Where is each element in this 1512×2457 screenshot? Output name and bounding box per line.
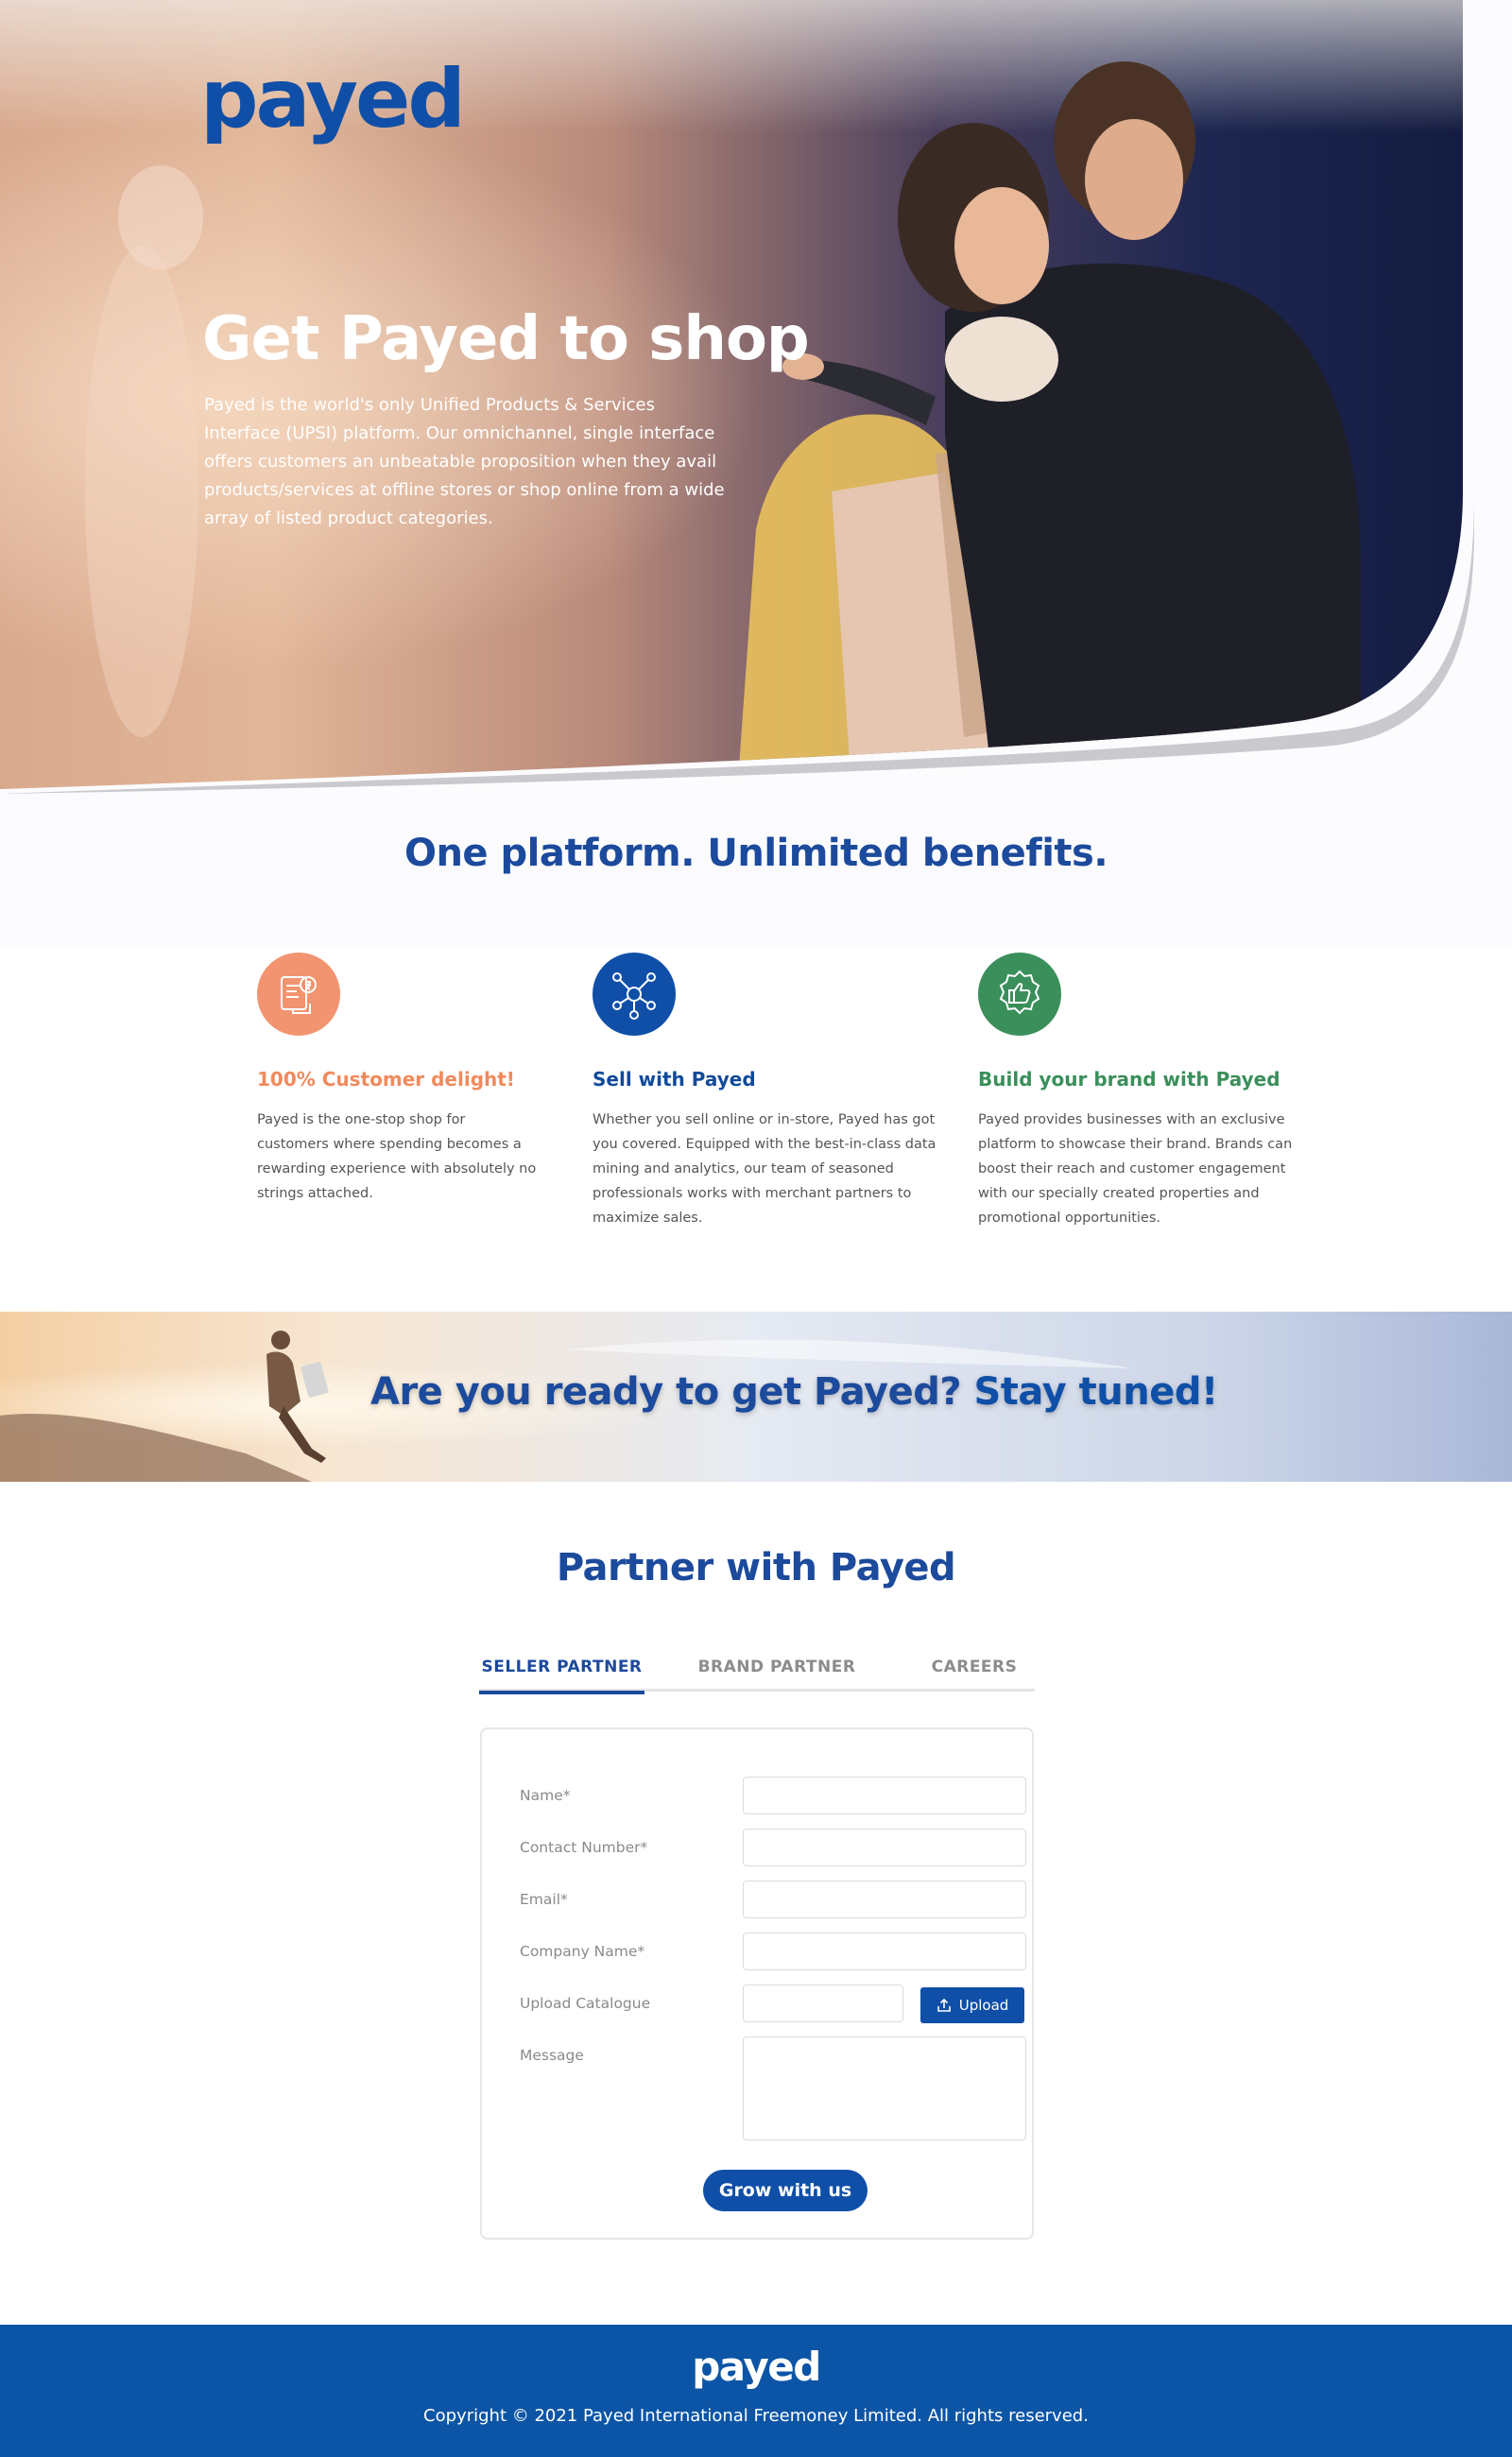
network-hub-icon bbox=[593, 953, 676, 1036]
footer-copyright: Copyright © 2021 Payed International Fre… bbox=[423, 2406, 1089, 2426]
name-field[interactable] bbox=[743, 1777, 1026, 1814]
upload-button[interactable]: Upload bbox=[920, 1987, 1024, 2023]
message-label: Message bbox=[520, 2047, 584, 2064]
benefit-customer-delight: 100% Customer delight! Payed is the one-… bbox=[257, 953, 536, 1201]
receipt-rupee-icon bbox=[257, 953, 340, 1036]
benefit-text: Payed is the one-stop shop for customers… bbox=[257, 1112, 537, 1201]
email-field[interactable] bbox=[743, 1881, 1026, 1918]
stay-tuned-banner: Are you ready to get Payed? Stay tuned! bbox=[0, 1312, 1512, 1482]
thumbs-up-badge-icon bbox=[978, 953, 1061, 1036]
tab-seller-partner[interactable]: SELLER PARTNER bbox=[479, 1642, 644, 1694]
upload-catalogue-label: Upload Catalogue bbox=[520, 1995, 651, 2012]
seller-partner-form: Name* Contact Number* Email* Company Nam… bbox=[480, 1727, 1034, 2240]
partner-title: Partner with Payed bbox=[556, 1546, 956, 1589]
footer-payed-logo[interactable]: payed bbox=[0, 2344, 1512, 2390]
banner-stay-tuned: Stay tuned! bbox=[973, 1370, 1218, 1414]
company-name-field[interactable] bbox=[743, 1933, 1026, 1970]
message-field[interactable] bbox=[743, 2036, 1026, 2140]
upload-icon bbox=[936, 1998, 951, 2012]
email-label: Email* bbox=[520, 1891, 568, 1908]
hero-description: Payed is the world's only Unified Produc… bbox=[204, 395, 725, 528]
benefit-heading: Build your brand with Payed bbox=[978, 1068, 1280, 1091]
payed-logo[interactable]: payed bbox=[200, 59, 466, 140]
benefit-sell-with-payed: Sell with Payed Whether you sell online … bbox=[593, 953, 936, 1226]
benefit-heading: Sell with Payed bbox=[593, 1068, 756, 1091]
benefit-heading: 100% Customer delight! bbox=[257, 1068, 515, 1091]
upload-button-label: Upload bbox=[958, 1997, 1009, 2014]
footer: payed Copyright © 2021 Payed Internation… bbox=[0, 2325, 1512, 2457]
contact-number-label: Contact Number* bbox=[520, 1839, 648, 1856]
benefit-text: Payed provides businesses with an exclus… bbox=[978, 1112, 1293, 1226]
partner-tabs: SELLER PARTNER BRAND PARTNER CAREERS bbox=[479, 1642, 1035, 1694]
benefits-title: One platform. Unlimited benefits. bbox=[404, 832, 1108, 875]
contact-number-field[interactable] bbox=[743, 1829, 1026, 1866]
hero-title: Get Payed to shop bbox=[202, 304, 810, 374]
tab-brand-partner[interactable]: BRAND PARTNER bbox=[668, 1642, 885, 1692]
upload-catalogue-field[interactable] bbox=[743, 1984, 903, 2022]
benefit-text: Whether you sell online or in-store, Pay… bbox=[593, 1112, 936, 1226]
tab-careers[interactable]: CAREERS bbox=[914, 1642, 1035, 1692]
grow-with-us-button[interactable]: Grow with us bbox=[703, 2170, 868, 2211]
hero-section: payed Get Payed to shop Payed is the wor… bbox=[0, 0, 1512, 794]
banner-question: Are you ready to get Payed? bbox=[370, 1370, 974, 1414]
company-name-label: Company Name* bbox=[520, 1943, 645, 1960]
benefit-build-brand: Build your brand with Payed Payed provid… bbox=[978, 953, 1292, 1226]
banner-headline: Are you ready to get Payed? Stay tuned! bbox=[370, 1370, 1218, 1414]
name-label: Name* bbox=[520, 1787, 571, 1804]
